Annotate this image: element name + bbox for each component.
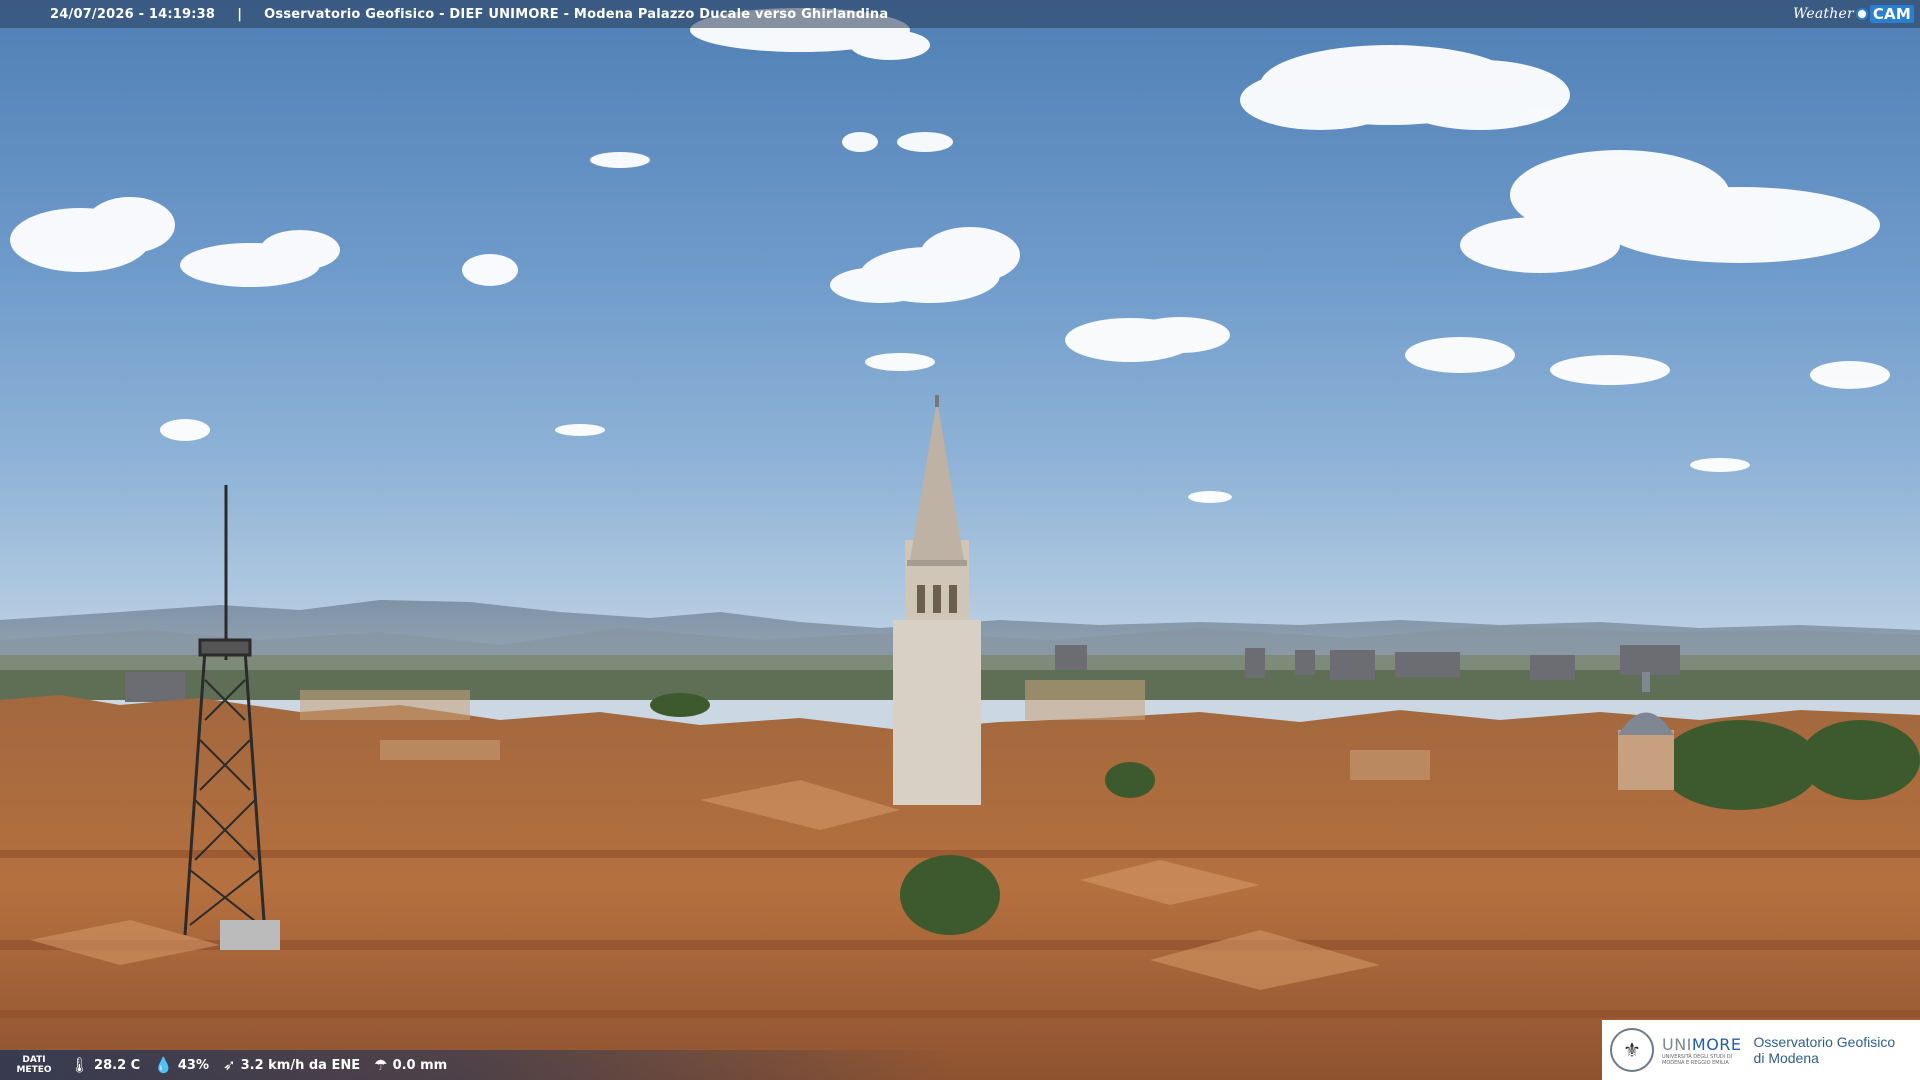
thermometer-icon: 🌡 bbox=[70, 1056, 90, 1074]
university-name-block: UNIMORE UNIVERSITÀ DEGLI STUDI DI MODENA… bbox=[1662, 1035, 1742, 1066]
camera-info-bar: 24/07/2026 - 14:19:38 | Osservatorio Geo… bbox=[0, 0, 1920, 28]
observatory-name: Osservatorio Geofisico di Modena bbox=[1753, 1034, 1896, 1066]
rain-icon: ☂ bbox=[374, 1056, 388, 1074]
logo-dot-icon bbox=[1855, 8, 1868, 20]
logo-cam-text: CAM bbox=[1869, 5, 1914, 23]
clouds bbox=[10, 8, 1890, 503]
humidity-icon: 💧 bbox=[154, 1056, 173, 1074]
wind-reading: ➶ 3.2 km/h da ENE bbox=[223, 1056, 360, 1074]
humidity-reading: 💧 43% bbox=[154, 1056, 209, 1074]
camera-title: Osservatorio Geofisico - DIEF UNIMORE - … bbox=[264, 6, 889, 22]
weathercam-logo[interactable]: Weather CAM bbox=[1793, 3, 1914, 25]
wind-icon: ➶ bbox=[223, 1056, 236, 1074]
separator: | bbox=[237, 6, 243, 22]
dati-meteo-label: DATI METEO bbox=[16, 1055, 52, 1075]
wind-value: 3.2 km/h da ENE bbox=[240, 1057, 361, 1073]
university-name: UNIMORE bbox=[1662, 1034, 1742, 1054]
ghirlandina-tower bbox=[893, 395, 981, 805]
temperature-value: 28.2 C bbox=[94, 1057, 141, 1073]
logo-weather-text: Weather bbox=[1792, 6, 1854, 22]
cityscape-view bbox=[0, 8, 1920, 1080]
university-seal-icon: ⚜ bbox=[1610, 1028, 1654, 1072]
webcam-image bbox=[0, 0, 1920, 1080]
antenna-base bbox=[220, 920, 280, 950]
temperature-reading: 🌡 28.2 C bbox=[70, 1056, 140, 1074]
university-subtitle-2: MODENA E REGGIO EMILIA bbox=[1662, 1059, 1729, 1066]
rain-reading: ☂ 0.0 mm bbox=[374, 1056, 447, 1074]
timestamp: 24/07/2026 - 14:19:38 bbox=[50, 6, 216, 22]
unimore-logo-panel[interactable]: ⚜ UNIMORE UNIVERSITÀ DEGLI STUDI DI MODE… bbox=[1602, 1020, 1920, 1080]
weather-data-bar: DATI METEO 🌡 28.2 C 💧 43% ➶ 3.2 km/h da … bbox=[0, 1050, 1600, 1080]
rain-value: 0.0 mm bbox=[392, 1057, 448, 1073]
humidity-value: 43% bbox=[177, 1057, 210, 1073]
